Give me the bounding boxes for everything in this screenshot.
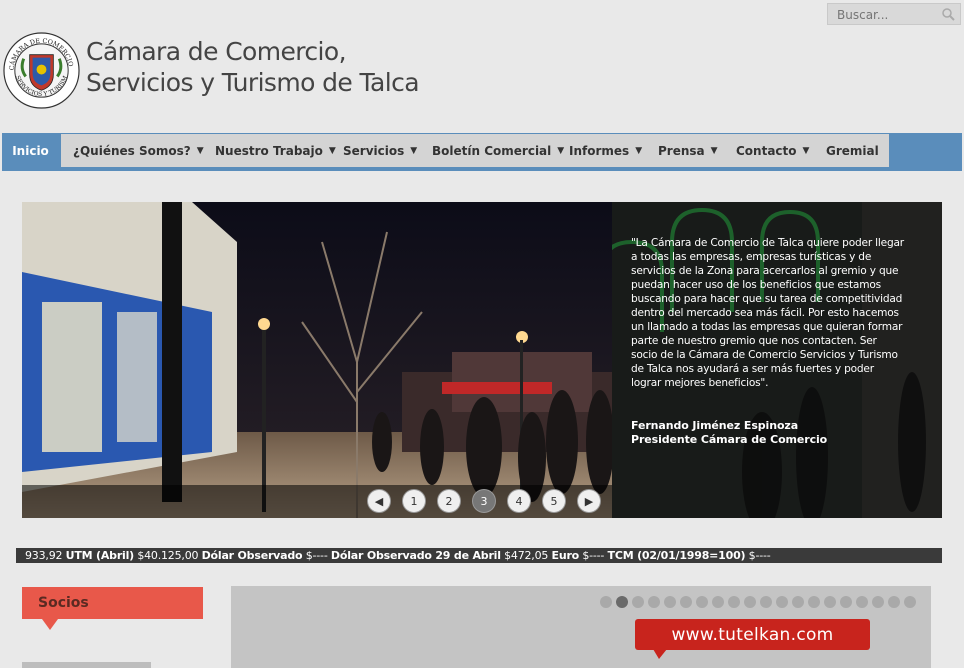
nav-item-label: Prensa [658, 143, 705, 158]
slider-prev-button[interactable]: ◀ [368, 490, 390, 512]
indicators-ticker: 933,92 UTM (Abril) $40.125,00 Dólar Obse… [16, 548, 942, 563]
nav-item-label: Informes [569, 143, 630, 158]
org-name-line1: Cámara de Comercio, [86, 37, 347, 66]
search-icon[interactable] [941, 7, 955, 21]
carousel-dot[interactable] [856, 596, 868, 608]
sponsor-carousel: www.tutelkan.com [231, 586, 931, 668]
ticker-label: Euro [551, 549, 580, 562]
ticker-value: $---- [748, 549, 771, 562]
nav-item-label: Servicios [343, 143, 405, 158]
nav-item-label: Gremial [826, 143, 879, 158]
carousel-dot[interactable] [712, 596, 724, 608]
search-box [827, 3, 961, 25]
ticker-label: UTM (Abril) [65, 549, 135, 562]
nav-item-boletin-comercial[interactable]: Boletín Comercial ▼ [420, 134, 564, 167]
nav-item-label: ¿Quiénes Somos? [73, 143, 191, 158]
nav-item-inicio[interactable]: Inicio [2, 134, 59, 167]
ticker-prefix: 933,92 [25, 549, 63, 562]
quote-panel: "La Cámara de Comercio de Talca quiere p… [612, 202, 942, 518]
socios-pointer [42, 619, 58, 630]
main-nav: Inicio ¿Quiénes Somos? ▼ Nuestro Trabajo ▼… [2, 134, 884, 167]
slider-pager: ◀ 1 2 3 4 5 ▶ [368, 490, 600, 512]
chevron-down-icon: ▼ [410, 145, 418, 156]
chamber-seal-logo[interactable]: CÁMARA DE COMERCIO TALCA SERVICIOS Y TUR… [2, 31, 81, 110]
nav-item-nuestro-trabajo[interactable]: Nuestro Trabajo ▼ [200, 134, 336, 167]
carousel-dot[interactable] [616, 596, 628, 608]
carousel-dot[interactable] [840, 596, 852, 608]
carousel-dot[interactable] [760, 596, 772, 608]
carousel-dot[interactable] [776, 596, 788, 608]
arrow-left-icon: ◀ [374, 494, 384, 508]
author-name: Fernando Jiménez Espinoza [631, 419, 799, 432]
sidebar-panel [22, 662, 151, 668]
ad-tail [653, 649, 667, 659]
ticker-label: Dólar Observado 29 de Abril [330, 549, 501, 562]
slider-page-4[interactable]: 4 [508, 490, 530, 512]
ticker-label: Dólar Observado [201, 549, 303, 562]
carousel-dots [600, 596, 916, 608]
carousel-dot[interactable] [696, 596, 708, 608]
nav-item-label: Inicio [12, 143, 49, 158]
ticker-value: $---- [305, 549, 328, 562]
nav-item-label: Contacto [736, 143, 797, 158]
carousel-dot[interactable] [664, 596, 676, 608]
carousel-dot[interactable] [632, 596, 644, 608]
nav-item-prensa[interactable]: Prensa ▼ [646, 134, 725, 167]
socios-title: Socios [38, 595, 89, 611]
ticker-value: $472,05 [504, 549, 549, 562]
ticker-value: $40.125,00 [137, 549, 199, 562]
slider-next-button[interactable]: ▶ [578, 490, 600, 512]
president-quote: "La Cámara de Comercio de Talca quiere p… [631, 237, 904, 389]
slider-page-3[interactable]: 3 [473, 490, 495, 512]
carousel-dot[interactable] [648, 596, 660, 608]
carousel-dot[interactable] [888, 596, 900, 608]
org-name: Cámara de Comercio, Servicios y Turismo … [86, 36, 420, 98]
socios-heading: Socios [22, 587, 203, 630]
street-night-photo [22, 202, 612, 518]
carousel-dot[interactable] [728, 596, 740, 608]
carousel-dot[interactable] [904, 596, 916, 608]
slider-page-5[interactable]: 5 [543, 490, 565, 512]
slider-page-2[interactable]: 2 [438, 490, 460, 512]
hero-slider: "La Cámara de Comercio de Talca quiere p… [22, 202, 942, 518]
nav-item-servicios[interactable]: Servicios ▼ [329, 134, 420, 167]
carousel-dot[interactable] [600, 596, 612, 608]
carousel-dot[interactable] [792, 596, 804, 608]
main-nav-bar: Inicio ¿Quiénes Somos? ▼ Nuestro Trabajo ▼… [2, 133, 962, 171]
nav-item-label: Boletín Comercial [432, 143, 552, 158]
quote-author: Fernando Jiménez Espinoza Presidente Cám… [631, 419, 827, 447]
ad-text: www.tutelkan.com [671, 624, 834, 645]
carousel-dot[interactable] [872, 596, 884, 608]
slider-page-1[interactable]: 1 [403, 490, 425, 512]
carousel-dot[interactable] [808, 596, 820, 608]
org-name-line2: Servicios y Turismo de Talca [86, 68, 420, 97]
tutelkan-ad[interactable]: www.tutelkan.com [635, 619, 870, 659]
carousel-dot[interactable] [744, 596, 756, 608]
arrow-right-icon: ▶ [584, 494, 594, 508]
ticker-label: TCM (02/01/1998=100) [607, 549, 746, 562]
nav-item-label: Nuestro Trabajo [215, 143, 323, 158]
ticker-value: $---- [582, 549, 605, 562]
carousel-dot[interactable] [680, 596, 692, 608]
chevron-down-icon: ▼ [802, 145, 810, 156]
nav-item-gremial[interactable]: Gremial [814, 134, 884, 167]
nav-item-contacto[interactable]: Contacto ▼ [725, 134, 814, 167]
nav-item-informes[interactable]: Informes ▼ [557, 134, 646, 167]
nav-item-quienes-somos[interactable]: ¿Quiénes Somos? ▼ [59, 134, 204, 167]
chevron-down-icon: ▼ [635, 145, 643, 156]
search-input[interactable] [828, 5, 947, 25]
author-title: Presidente Cámara de Comercio [631, 433, 828, 446]
carousel-dot[interactable] [824, 596, 836, 608]
chevron-down-icon: ▼ [710, 145, 718, 156]
